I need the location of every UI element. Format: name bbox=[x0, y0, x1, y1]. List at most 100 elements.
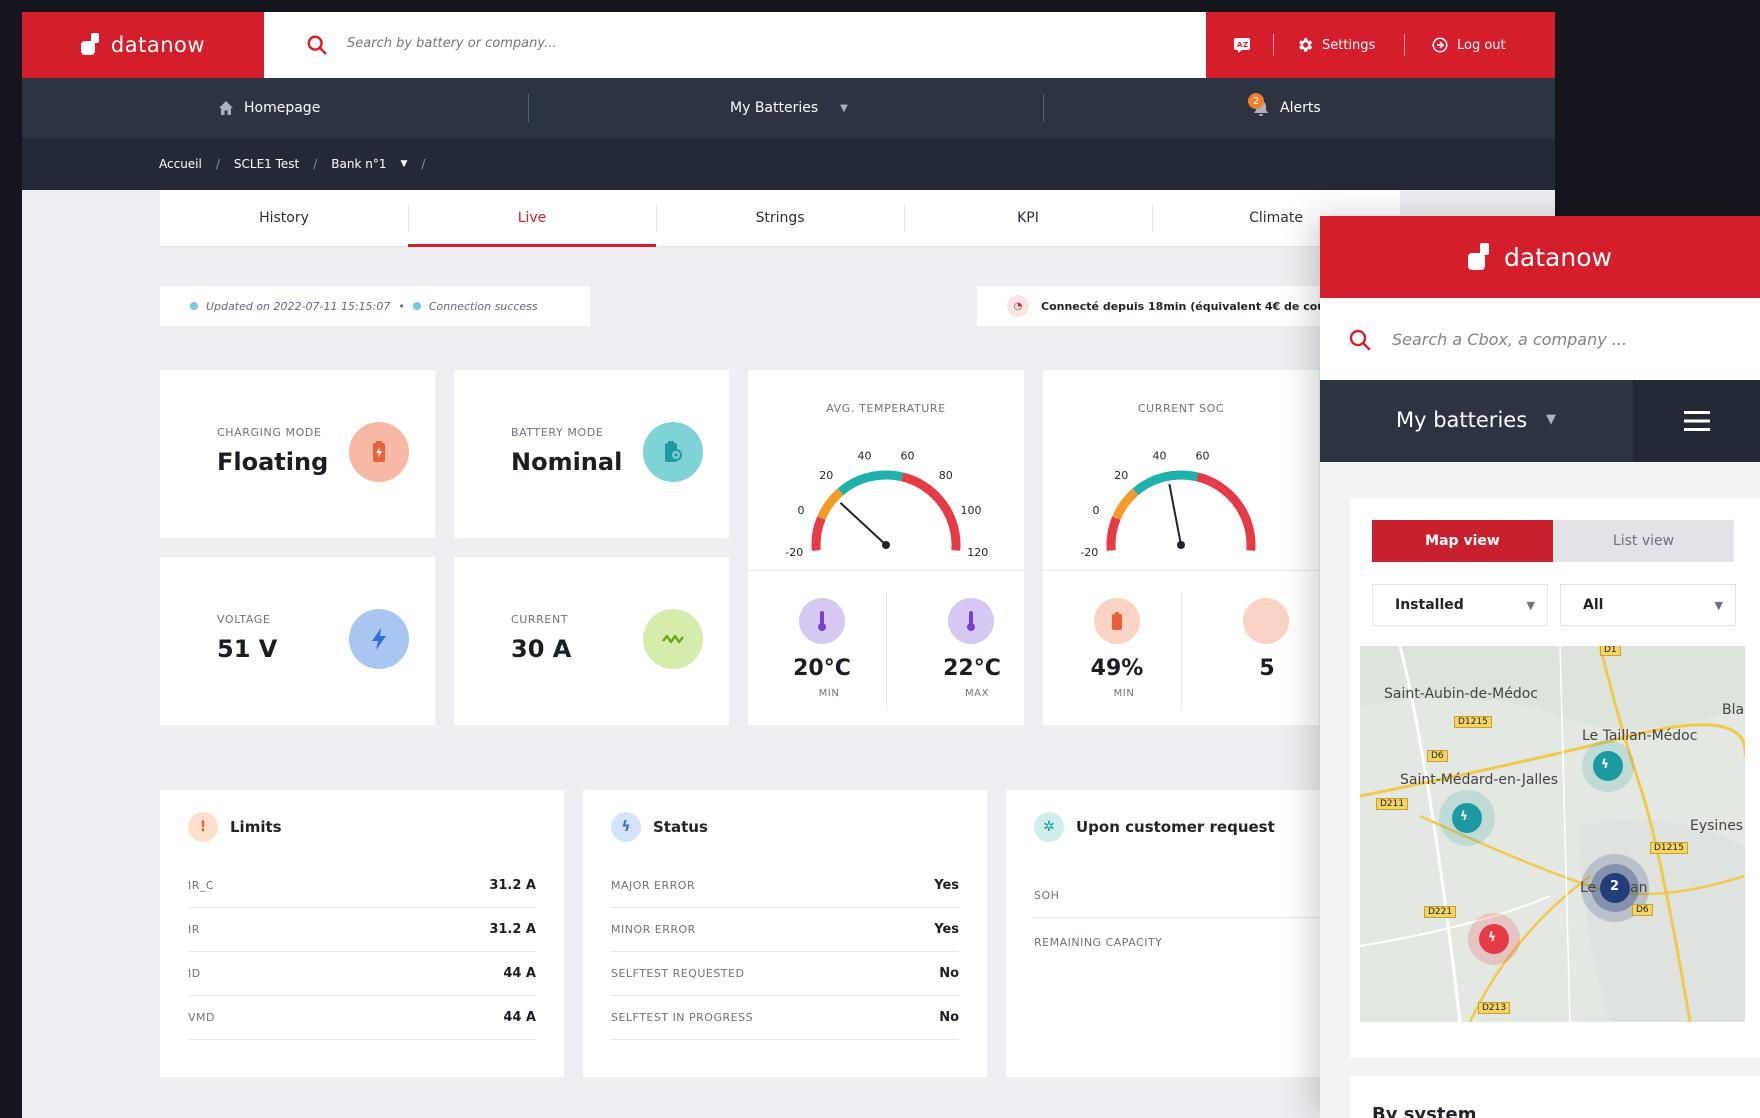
gauge-tick-label: 0 bbox=[798, 504, 805, 517]
gauge-arc bbox=[901, 472, 961, 551]
card-label: VOLTAGE bbox=[217, 613, 271, 626]
nav-alerts[interactable]: 2 Alerts bbox=[1248, 78, 1321, 138]
map-label: Le bbox=[1580, 880, 1597, 896]
charging-mode-card: CHARGING MODE Floating bbox=[160, 370, 435, 538]
language-button[interactable]: A Z bbox=[1233, 12, 1251, 78]
gauge-tick-label: 80 bbox=[939, 469, 953, 482]
gauge-tick-label: -20 bbox=[1080, 546, 1098, 559]
install-filter-select[interactable]: Installed ▼ bbox=[1372, 584, 1548, 626]
battery-mode-card: BATTERY MODE Nominal bbox=[454, 370, 729, 538]
table-row: SELFTEST REQUESTED No bbox=[611, 952, 959, 996]
brand-name: datanow bbox=[1504, 242, 1612, 272]
logout-icon bbox=[1432, 37, 1448, 53]
chevron-down-icon[interactable]: ▼ bbox=[401, 159, 408, 169]
brand-name: datanow bbox=[110, 33, 206, 57]
menu-button[interactable] bbox=[1633, 380, 1760, 462]
card-label: CURRENT bbox=[511, 613, 569, 626]
type-filter-select[interactable]: All ▼ bbox=[1560, 584, 1736, 626]
cluster-count[interactable]: 2 bbox=[1610, 879, 1619, 894]
mobile-search-input[interactable]: Search a Cbox, a company ... bbox=[1392, 330, 1627, 349]
gauge-tick-label: 20 bbox=[1114, 469, 1128, 482]
gauge-tick-label: 20 bbox=[819, 469, 833, 482]
current-card: CURRENT 30 A bbox=[454, 557, 729, 725]
gauge-title: AVG. TEMPERATURE bbox=[826, 402, 946, 415]
list-view-button[interactable]: List view bbox=[1553, 520, 1734, 562]
tab-strings[interactable]: Strings bbox=[656, 190, 904, 246]
search-icon[interactable] bbox=[306, 34, 328, 56]
mobile-search-bar: Search a Cbox, a company ... bbox=[1320, 298, 1760, 380]
map-view-button[interactable]: Map view bbox=[1372, 520, 1553, 562]
gauge-tick-label: 60 bbox=[1195, 450, 1209, 463]
logo-icon bbox=[1468, 243, 1494, 271]
gauge-needle bbox=[1168, 483, 1182, 546]
card-value: 30 A bbox=[511, 635, 572, 663]
battery-icon bbox=[1243, 598, 1289, 644]
gauge-hub bbox=[882, 541, 890, 549]
alert-marker-icon[interactable]: ϟ bbox=[1488, 930, 1496, 944]
search-input[interactable]: Search by battery or company... bbox=[347, 36, 556, 51]
card-value: Floating bbox=[217, 448, 329, 476]
min-soc-value: 49% bbox=[1090, 656, 1144, 681]
min-temperature-value: 20°C bbox=[793, 656, 851, 681]
gauge-arc bbox=[1196, 472, 1256, 551]
updated-text: Updated on 2022-07-11 15:15:07 bbox=[206, 299, 391, 313]
panel-title: Limits bbox=[230, 818, 282, 836]
tab-kpi[interactable]: KPI bbox=[904, 190, 1152, 246]
gauge-tick-label: 40 bbox=[858, 450, 872, 463]
tab-live[interactable]: Live bbox=[408, 190, 656, 247]
logo-icon bbox=[80, 33, 103, 57]
battery-icon bbox=[1094, 598, 1140, 644]
section-title: By system bbox=[1372, 1104, 1477, 1118]
road-label: D1 bbox=[1600, 646, 1621, 656]
mobile-nav-title[interactable]: My batteries bbox=[1396, 408, 1527, 432]
gauge-tick-label: 120 bbox=[967, 546, 988, 559]
logout-button[interactable]: Log out bbox=[1431, 12, 1506, 78]
panel-header: ϟ Status bbox=[611, 812, 708, 842]
chevron-down-icon: ▼ bbox=[840, 102, 848, 114]
breadcrumb-bar: Accueil / SCLE1 Test / Bank n°1 ▼ / bbox=[22, 138, 1555, 190]
battery-gear-icon bbox=[643, 422, 703, 482]
tab-history[interactable]: History bbox=[160, 190, 408, 246]
gauge-hub bbox=[1177, 541, 1185, 549]
card-value: Nominal bbox=[511, 448, 623, 476]
chevron-down-icon: ▼ bbox=[1714, 598, 1723, 612]
table-row: SELFTEST IN PROGRESS No bbox=[611, 996, 959, 1040]
panel-title: Status bbox=[653, 818, 708, 836]
card-label: CHARGING MODE bbox=[217, 426, 322, 439]
select-value: Installed bbox=[1395, 597, 1464, 613]
nav-homepage[interactable]: Homepage bbox=[218, 78, 320, 138]
logout-label: Log out bbox=[1457, 37, 1506, 53]
gauge-arc bbox=[817, 488, 844, 521]
map-label: an bbox=[1630, 880, 1648, 896]
gauge-arc bbox=[1132, 470, 1199, 496]
map-label: Blan bbox=[1722, 702, 1745, 718]
temperature-gauge: -20 0 20 40 60 80 100 120 bbox=[785, 450, 988, 560]
search-icon[interactable] bbox=[1348, 328, 1372, 352]
battery-map[interactable]: Saint-Aubin-de-Médoc Le Taillan-Médoc Sa… bbox=[1360, 646, 1745, 1022]
road-label: D221 bbox=[1424, 906, 1457, 918]
top-actions: A Z Settings Log out bbox=[1206, 12, 1555, 78]
road-label: D1215 bbox=[1454, 716, 1492, 728]
road-label: D6 bbox=[1632, 904, 1653, 916]
hamburger-icon bbox=[1683, 411, 1710, 431]
breadcrumb-item[interactable]: Accueil bbox=[159, 157, 202, 171]
breadcrumb-item[interactable]: Bank n°1 bbox=[331, 157, 386, 171]
road-label: D213 bbox=[1478, 1002, 1511, 1014]
brand-logo[interactable]: datanow bbox=[22, 12, 264, 78]
bullet-separator: • bbox=[398, 299, 405, 313]
nav-my-batteries[interactable]: My Batteries ▼ bbox=[730, 78, 848, 138]
mobile-header: datanow bbox=[1320, 216, 1760, 298]
max-label: MAX bbox=[964, 688, 990, 699]
map-marker-icon[interactable]: ϟ bbox=[1601, 757, 1609, 771]
gauge-needle bbox=[839, 502, 887, 546]
chevron-down-icon[interactable]: ▼ bbox=[1546, 412, 1556, 427]
breadcrumb-item[interactable]: SCLE1 Test bbox=[234, 157, 299, 171]
map-marker-icon[interactable]: ϟ bbox=[1460, 809, 1468, 823]
nav-alerts-label: Alerts bbox=[1280, 100, 1321, 116]
gauge-arc bbox=[837, 470, 904, 496]
table-row: IR_C 31.2 A bbox=[188, 864, 536, 908]
gear-icon bbox=[1299, 38, 1313, 52]
chevron-down-icon: ▼ bbox=[1526, 598, 1535, 612]
gauge-tick-label: 0 bbox=[1093, 504, 1100, 517]
settings-button[interactable]: Settings bbox=[1296, 12, 1375, 78]
